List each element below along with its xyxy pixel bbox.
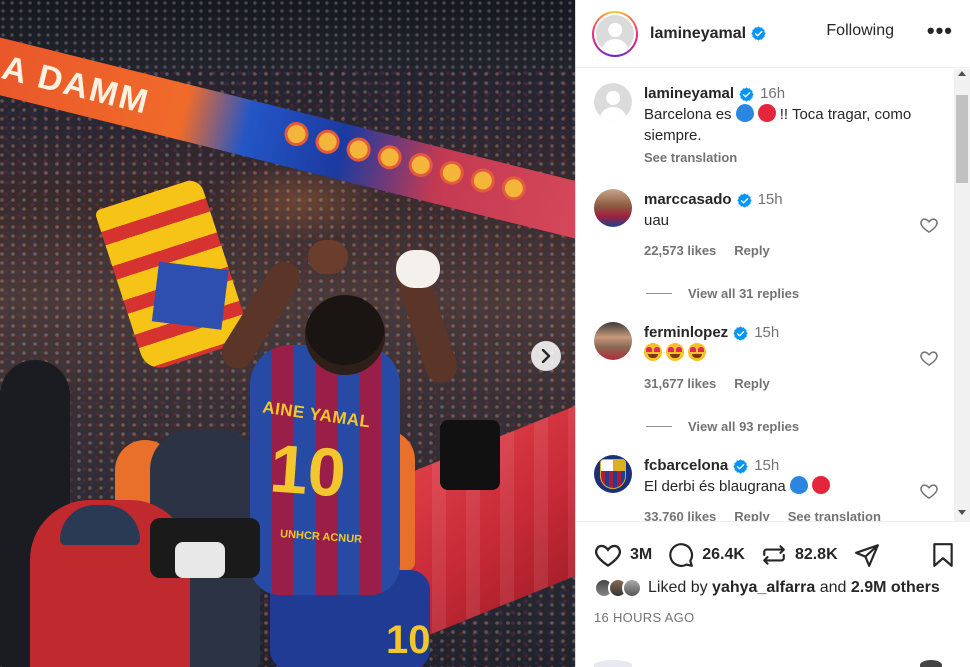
fc-barcelona-crest-icon [600,459,626,489]
red-heart-icon [811,476,830,494]
comment-likes[interactable]: 22,573 likes [644,243,716,258]
like-comment-heart-icon[interactable] [919,481,939,501]
scrollbar-thumb[interactable] [956,95,968,183]
more-options-icon[interactable]: ••• [927,18,953,44]
verified-badge-icon [733,325,748,341]
caption-avatar[interactable] [594,83,632,121]
post-caption: lamineyamal 16h Barcelona es !! Toca trag… [594,83,939,168]
post-timestamp[interactable]: 16 HOURS AGO [594,610,694,625]
comment-time[interactable]: 15h [754,457,779,474]
caption-time[interactable]: 16h [760,85,785,102]
see-translation-link[interactable]: See translation [788,509,881,521]
comment-text: El derbi és blaugrana [644,478,786,495]
scroll-down-arrow-icon[interactable] [958,510,966,515]
comment-username[interactable]: ferminlopez [644,324,728,341]
red-heart-icon [757,104,776,122]
like-comment-heart-icon[interactable] [919,215,939,235]
bottom-icon-peek [920,660,942,667]
following-button[interactable]: Following [826,22,894,40]
commenter-avatar[interactable] [594,189,632,227]
repost-icon [763,545,785,565]
avatar [596,14,634,53]
bottom-avatar-peek [594,660,632,667]
likes-count[interactable]: 3M [630,546,652,564]
send-icon [854,544,879,567]
blue-heart-icon [789,476,808,494]
bookmark-icon [933,543,953,567]
player-head [305,295,385,375]
post-header: lamineyamal Following ••• [576,0,970,68]
heart-eyes-emoji-icon [688,343,706,361]
liked-by-others[interactable]: 2.9M others [851,579,940,596]
blue-heart-icon [735,104,754,122]
scroll-up-arrow-icon[interactable] [958,71,966,76]
like-button[interactable]: 3M [594,542,652,568]
tv-camera [440,420,500,490]
reposts-count[interactable]: 82.8K [795,546,838,564]
heart-icon [595,544,621,567]
comment-text: uau [644,212,670,229]
like-comment-heart-icon[interactable] [919,348,939,368]
author-username[interactable]: lamineyamal [650,25,766,43]
comments-scrollbar[interactable] [954,69,970,521]
commenter-avatar[interactable] [594,455,632,493]
camera-lens [175,542,225,578]
commenter-avatar[interactable] [594,322,632,360]
comment-button[interactable]: 26.4K [668,542,745,568]
heart-eyes-emoji-icon [666,343,684,361]
caption-text-start: Barcelona es [644,106,732,123]
see-translation-link[interactable]: See translation [644,147,939,168]
caption-username[interactable]: lamineyamal [644,85,734,102]
comment-username[interactable]: marccasado [644,191,732,208]
verified-badge-icon [736,192,752,208]
verified-badge-icon [751,26,766,41]
post-photo[interactable]: LA DAMM AINE YAMAL 10 UNHCR ACNUR 10 [0,0,575,667]
liked-by-and: and [819,579,847,596]
comment-likes[interactable]: 33,760 likes [644,509,716,521]
comment-item: marccasado 15h uau 22,573 likes Reply [594,189,939,261]
author-avatar-story-ring[interactable] [592,10,638,57]
save-button[interactable] [932,542,954,573]
liked-by-prefix: Liked by [648,579,708,596]
repost-button[interactable]: 82.8K [761,542,838,568]
player-hand-bandaged [396,250,440,288]
view-replies-text[interactable]: View all 93 replies [688,419,799,434]
next-image-button[interactable] [531,341,561,371]
shorts-number: 10 [386,618,431,662]
reply-button[interactable]: Reply [734,509,769,521]
post-actions: 3M 26.4K 82.8K Liked by yahya_alfarra an… [576,521,970,667]
comments-count[interactable]: 26.4K [702,546,745,564]
comment-time[interactable]: 15h [758,191,783,208]
verified-badge-icon [733,458,748,474]
share-button[interactable] [854,542,888,568]
liker-avatar[interactable] [622,578,642,598]
comment-likes[interactable]: 31,677 likes [644,376,716,391]
chevron-right-icon [541,349,551,363]
post-sidebar: lamineyamal Following ••• lamineyamal 16h… [575,0,970,667]
liked-by-user[interactable]: yahya_alfarra [712,579,815,596]
reply-button[interactable]: Reply [734,243,769,258]
comments-list[interactable]: lamineyamal 16h Barcelona es !! Toca trag… [576,69,956,521]
heart-eyes-emoji-icon [644,343,662,361]
comment-item: fcbarcelona 15h El derbi és blaugrana 33,… [594,455,939,521]
view-replies-button[interactable]: View all 93 replies [646,419,799,434]
view-replies-button[interactable]: View all 31 replies [646,286,799,301]
liked-by-row: Liked by yahya_alfarra and 2.9M others [594,578,940,598]
player-hand-left [308,240,348,274]
view-replies-text[interactable]: View all 31 replies [688,286,799,301]
reply-button[interactable]: Reply [734,376,769,391]
comment-time[interactable]: 15h [754,324,779,341]
author-username-text[interactable]: lamineyamal [650,25,746,43]
jersey-number: 10 [267,430,349,512]
comment-bubble-icon [669,543,694,567]
comment-item: ferminlopez 15h 31,677 likes Reply [594,322,939,394]
comment-username[interactable]: fcbarcelona [644,457,728,474]
verified-badge-icon [739,86,754,102]
